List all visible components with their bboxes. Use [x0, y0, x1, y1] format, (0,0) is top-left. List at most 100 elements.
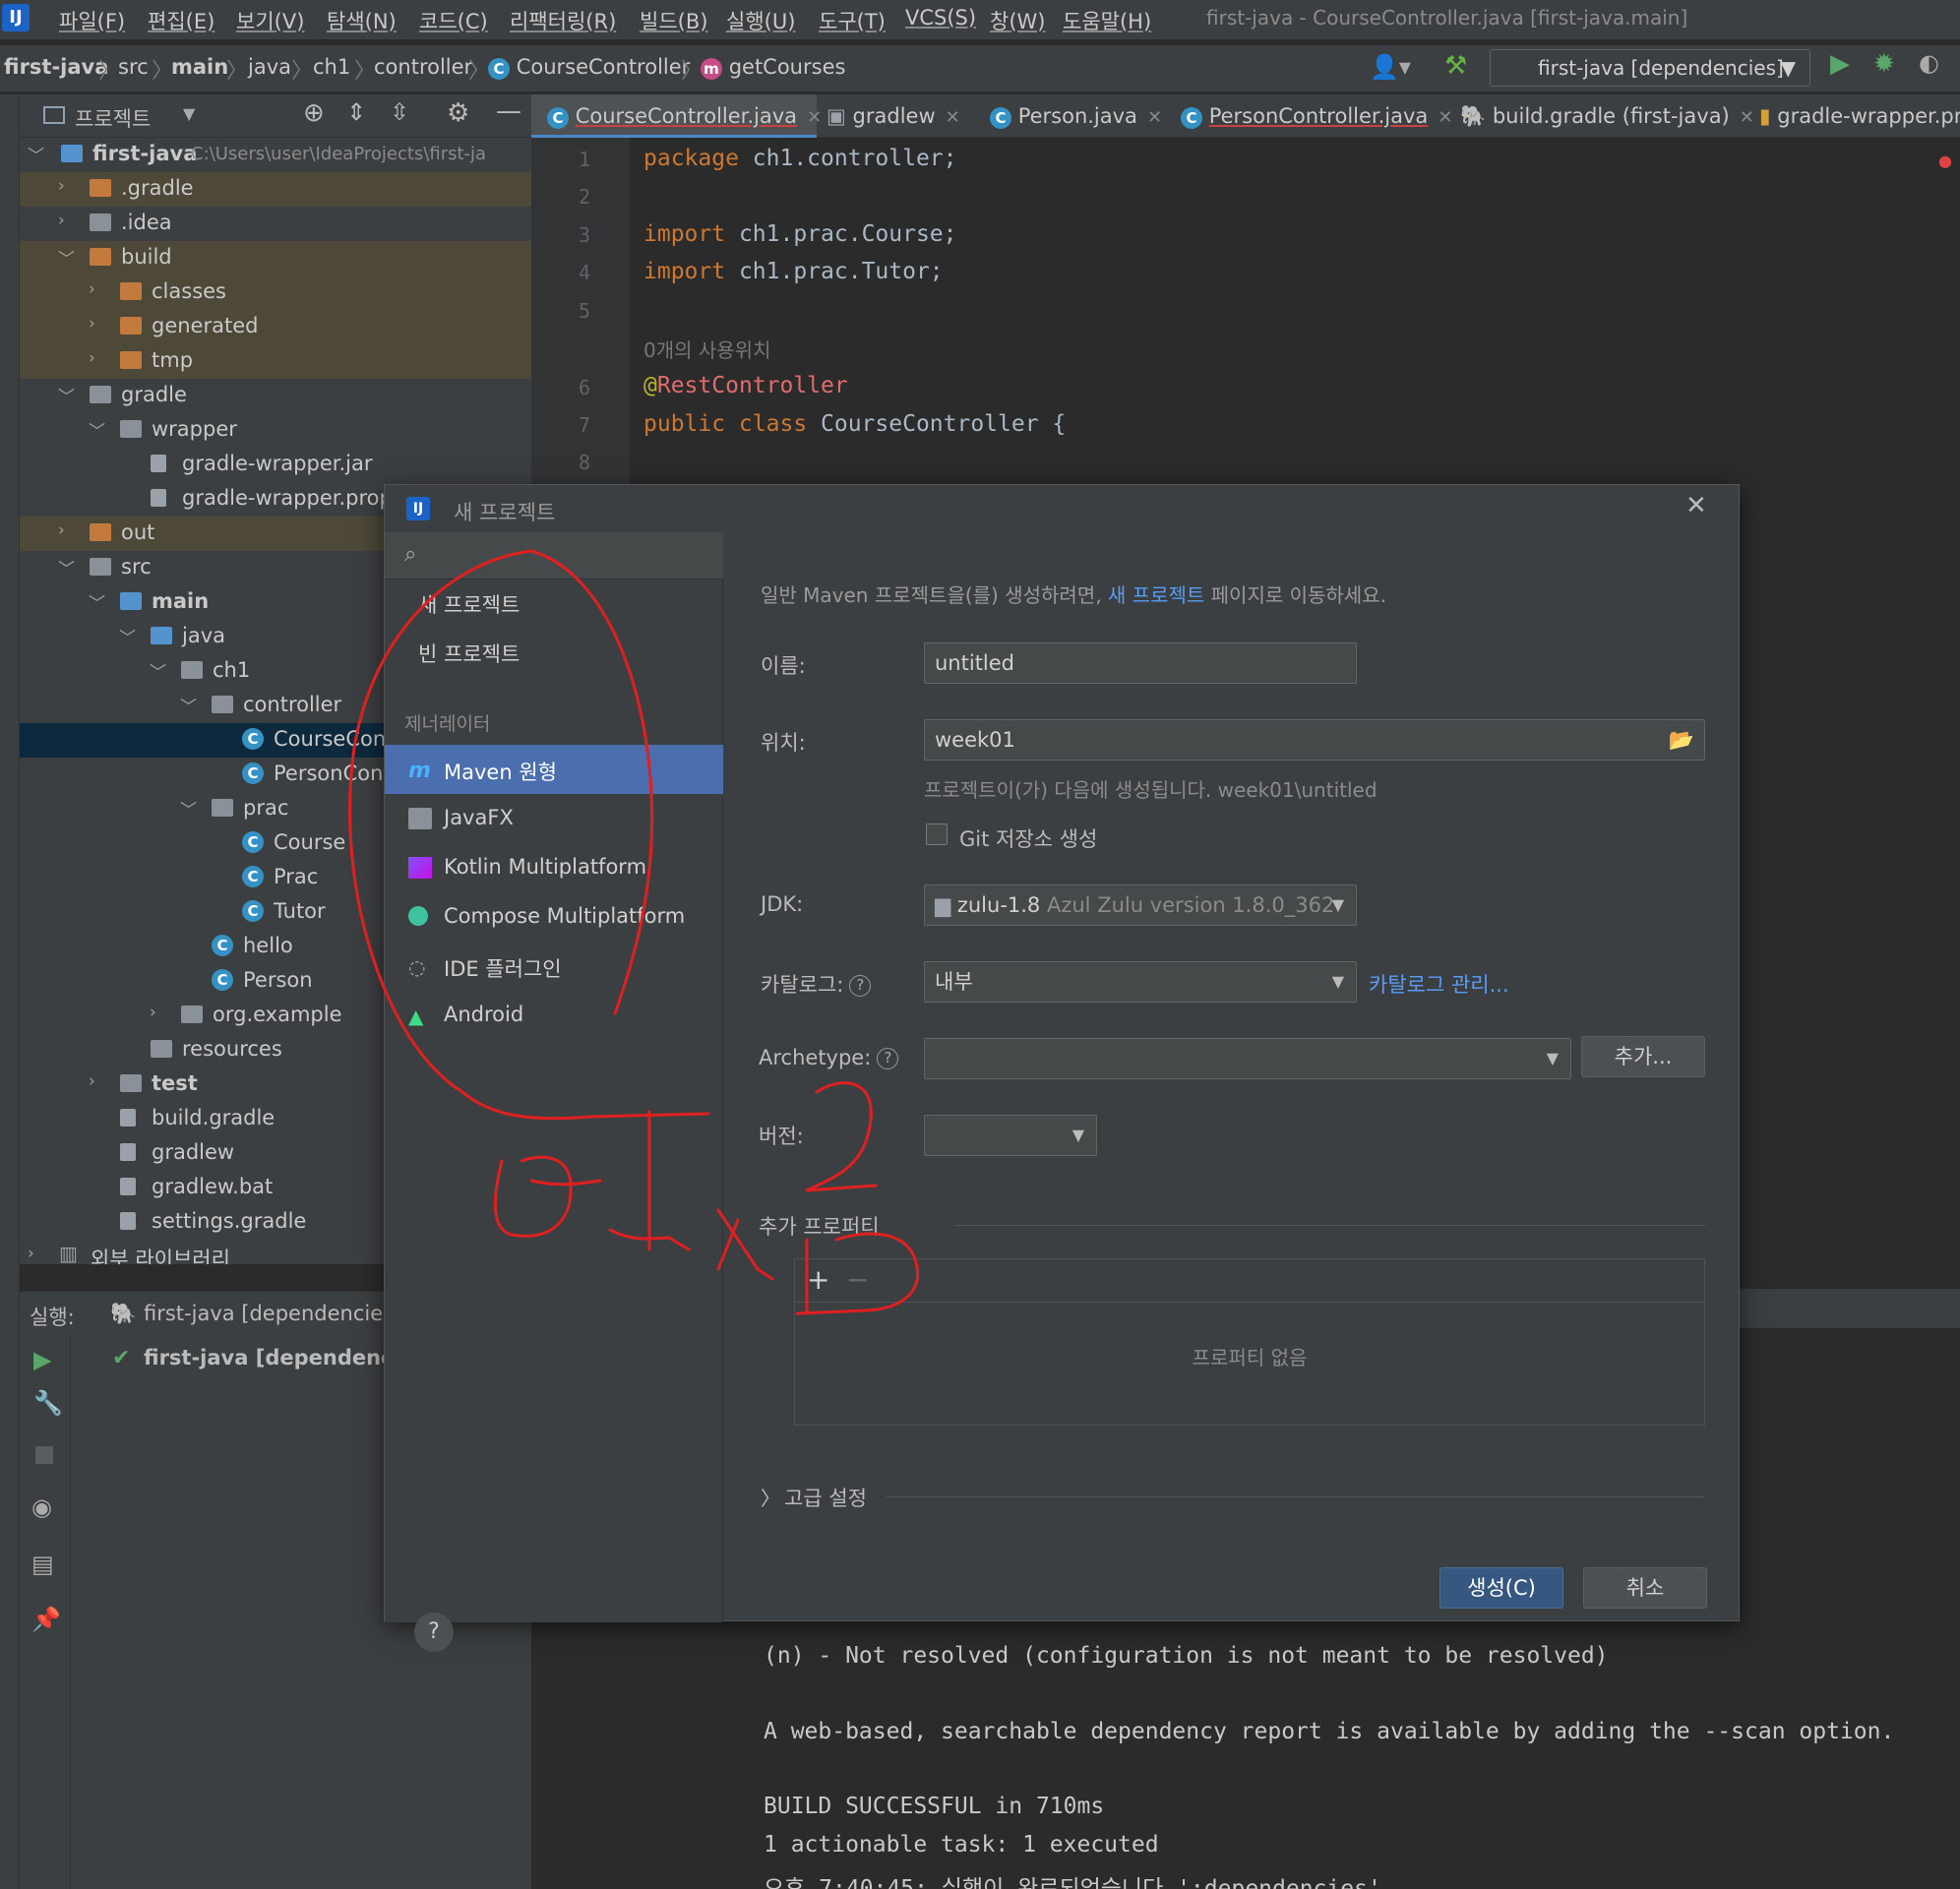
help-icon[interactable]: ? — [877, 1048, 899, 1069]
close-icon[interactable]: ✕ — [946, 107, 960, 128]
cancel-button[interactable]: 취소 — [1583, 1567, 1707, 1609]
menu-file[interactable]: 파일(F) — [59, 6, 125, 35]
chevron-right-icon[interactable]: › — [89, 1071, 95, 1091]
generator-maven-archetype[interactable]: m Maven 원형 — [385, 745, 723, 794]
breadcrumb-item[interactable]: first-java — [4, 55, 108, 79]
chevron-down-icon[interactable]: ﹀ — [180, 796, 197, 821]
generator-kotlin-multiplatform[interactable]: Kotlin Multiplatform — [385, 843, 723, 892]
catalog-select[interactable]: 내부 ▼ — [924, 961, 1357, 1003]
add-archetype-button[interactable]: 추가... — [1581, 1036, 1705, 1077]
generator-ide-plugin[interactable]: ◌ IDE 플러그인 — [385, 942, 723, 991]
menu-build[interactable]: 빌드(B) — [640, 6, 707, 35]
menu-vcs[interactable]: VCS(S) — [905, 6, 976, 30]
breadcrumb-class[interactable]: C CourseController — [488, 55, 690, 80]
run-icon[interactable]: ▶ — [1830, 49, 1850, 79]
generator-android[interactable]: ▲ Android — [385, 991, 723, 1040]
chevron-right-icon[interactable]: 〉 — [761, 1483, 780, 1511]
menu-window[interactable]: 창(W) — [990, 6, 1045, 35]
breadcrumb-item[interactable]: src — [118, 55, 149, 79]
tree-item[interactable]: ﹀ gradle — [20, 379, 531, 413]
chevron-down-icon[interactable]: ﹀ — [58, 245, 75, 270]
close-icon[interactable]: ✕ — [1147, 107, 1162, 128]
tree-item[interactable]: gradle-wrapper.jar — [20, 448, 531, 482]
layout-icon[interactable]: ▤ — [31, 1551, 54, 1578]
chevron-down-icon[interactable]: ﹀ — [150, 658, 166, 683]
gear-icon[interactable]: ⚙ — [447, 98, 469, 128]
tree-item[interactable]: ﹀ wrapper — [20, 413, 531, 448]
advanced-settings-toggle[interactable]: 고급 설정 — [784, 1483, 867, 1512]
tab-course-controller[interactable]: C CourseController.java ✕ — [531, 94, 822, 138]
menu-help[interactable]: 도움말(H) — [1063, 6, 1151, 35]
breadcrumb-item[interactable]: ch1 — [313, 55, 350, 79]
folder-icon[interactable]: 📂 — [1669, 720, 1694, 760]
chevron-down-icon[interactable]: ﹀ — [58, 383, 75, 407]
chevron-right-icon[interactable]: › — [58, 211, 65, 230]
tab-build-gradle[interactable]: 🐘 build.gradle (first-java) ✕ — [1460, 94, 1754, 138]
generator-javafx[interactable]: JavaFX — [385, 794, 723, 843]
chevron-down-icon[interactable]: ﹀ — [180, 693, 197, 717]
chevron-down-icon[interactable]: ﹀ — [58, 555, 75, 579]
menu-navigate[interactable]: 탐색(N) — [327, 6, 397, 35]
chevron-down-icon[interactable]: ﹀ — [89, 589, 105, 614]
tab-person-controller[interactable]: C PersonController.java ✕ — [1181, 94, 1452, 138]
menu-run[interactable]: 실행(U) — [726, 6, 795, 35]
chevron-down-icon[interactable]: ﹀ — [119, 624, 136, 648]
run-config-select[interactable]: first-java [dependencies] ▼ — [1490, 49, 1810, 87]
chevron-down-icon[interactable]: ﹀ — [89, 417, 105, 442]
create-button[interactable]: 생성(C) — [1439, 1567, 1563, 1609]
build-hammer-icon[interactable]: ⚒ — [1444, 51, 1467, 81]
expand-all-icon[interactable]: ⇕ — [346, 98, 366, 126]
close-icon[interactable]: ✕ — [1740, 107, 1754, 128]
chevron-down-icon[interactable]: ▼ — [183, 104, 195, 123]
help-icon[interactable]: ? — [849, 975, 872, 997]
close-icon[interactable]: ✕ — [807, 107, 822, 128]
tab-person[interactable]: C Person.java ✕ — [990, 94, 1167, 138]
git-checkbox[interactable] — [926, 823, 948, 845]
menu-edit[interactable]: 편집(E) — [148, 6, 214, 35]
version-select[interactable]: ▼ — [924, 1115, 1097, 1156]
chevron-right-icon[interactable]: › — [89, 314, 95, 334]
tab-gradlew[interactable]: ▣ gradlew ✕ — [827, 94, 974, 138]
jdk-select[interactable]: ▆ zulu-1.8 Azul Zulu version 1.8.0_362 ▼ — [924, 884, 1357, 926]
usage-hint[interactable]: 0개의 사용위치 — [643, 335, 770, 363]
tab-gradle-wrapper[interactable]: ▮ gradle-wrapper.pr — [1759, 94, 1960, 138]
generator-search[interactable]: ⌕ — [385, 532, 723, 579]
breadcrumb-item[interactable]: controller — [374, 55, 472, 79]
breadcrumb-method[interactable]: m getCourses — [701, 55, 845, 80]
tree-item[interactable]: ﹀ build — [20, 241, 531, 275]
location-field[interactable]: week01 📂 — [924, 719, 1705, 761]
menu-tools[interactable]: 도구(T) — [819, 6, 886, 35]
run-tab[interactable]: first-java [dependencies] — [144, 1302, 401, 1325]
breadcrumb-item[interactable]: java — [248, 55, 291, 79]
chevron-right-icon[interactable]: › — [150, 1003, 156, 1022]
generator-compose-multiplatform[interactable]: Compose Multiplatform — [385, 892, 723, 942]
new-project-link[interactable]: 새 프로젝트 — [1108, 583, 1204, 607]
manage-catalogs-link[interactable]: 카탈로그 관리... — [1369, 969, 1509, 999]
tree-item[interactable]: › .idea — [20, 207, 531, 241]
chevron-right-icon[interactable]: › — [28, 1244, 34, 1263]
chevron-right-icon[interactable]: › — [89, 348, 95, 368]
collapse-all-icon[interactable]: ⇳ — [390, 98, 409, 126]
chevron-right-icon[interactable]: › — [89, 279, 95, 299]
stop-icon[interactable] — [35, 1446, 53, 1464]
eye-icon[interactable]: ◉ — [31, 1493, 52, 1521]
new-project-item[interactable]: 새 프로젝트 — [418, 589, 520, 619]
menu-refactor[interactable]: 리팩터링(R) — [510, 6, 616, 35]
tree-item[interactable]: › generated — [20, 310, 531, 344]
chevron-right-icon[interactable]: › — [58, 176, 65, 196]
tree-item[interactable]: › tmp — [20, 344, 531, 379]
debug-icon[interactable]: ✹ — [1873, 49, 1895, 79]
close-icon[interactable]: ✕ — [1438, 107, 1452, 128]
name-field[interactable]: untitled — [924, 642, 1357, 684]
help-icon[interactable]: ? — [414, 1613, 454, 1652]
error-indicator-icon[interactable]: ● — [1938, 152, 1952, 170]
project-panel-title[interactable]: 프로젝트 — [75, 103, 151, 133]
archetype-select[interactable]: ▼ — [924, 1038, 1571, 1079]
console-output[interactable]: (n) - Not resolved (configuration is not… — [744, 1614, 1960, 1889]
coverage-icon[interactable]: ◐ — [1919, 49, 1939, 77]
tree-item[interactable]: › classes — [20, 275, 531, 310]
locate-icon[interactable]: ⊕ — [303, 98, 325, 128]
add-property-button[interactable]: + — [807, 1263, 829, 1296]
menu-code[interactable]: 코드(C) — [419, 6, 488, 35]
close-icon[interactable]: ✕ — [1685, 491, 1707, 520]
